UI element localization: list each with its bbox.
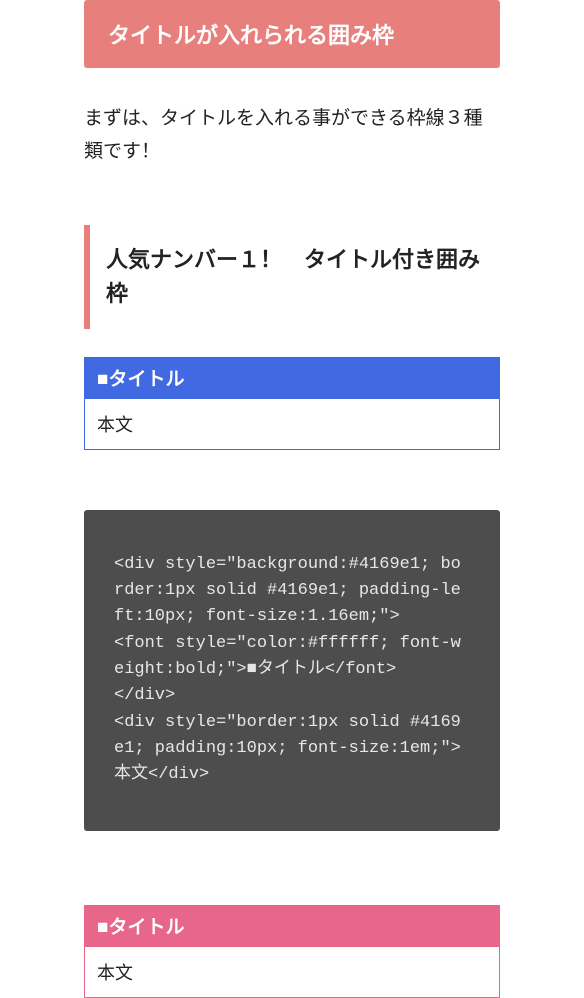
titled-box-blue-header: ■タイトル <box>84 357 500 398</box>
titled-box-blue: ■タイトル 本文 <box>84 357 500 450</box>
header-title: タイトルが入れられる囲み枠 <box>108 23 394 48</box>
titled-box-pink-body: 本文 <box>84 946 500 998</box>
section-heading: 人気ナンバー１！ タイトル付き囲み枠 <box>84 225 500 329</box>
titled-box-pink-header: ■タイトル <box>84 905 500 946</box>
code-block: <div style="background:#4169e1; border:1… <box>84 510 500 831</box>
titled-box-pink: ■タイトル 本文 <box>84 905 500 998</box>
titled-box-blue-body: 本文 <box>84 398 500 450</box>
intro-text: まずは、タイトルを入れる事ができる枠線３種類です！ <box>84 102 500 169</box>
header-box: タイトルが入れられる囲み枠 <box>84 0 500 68</box>
